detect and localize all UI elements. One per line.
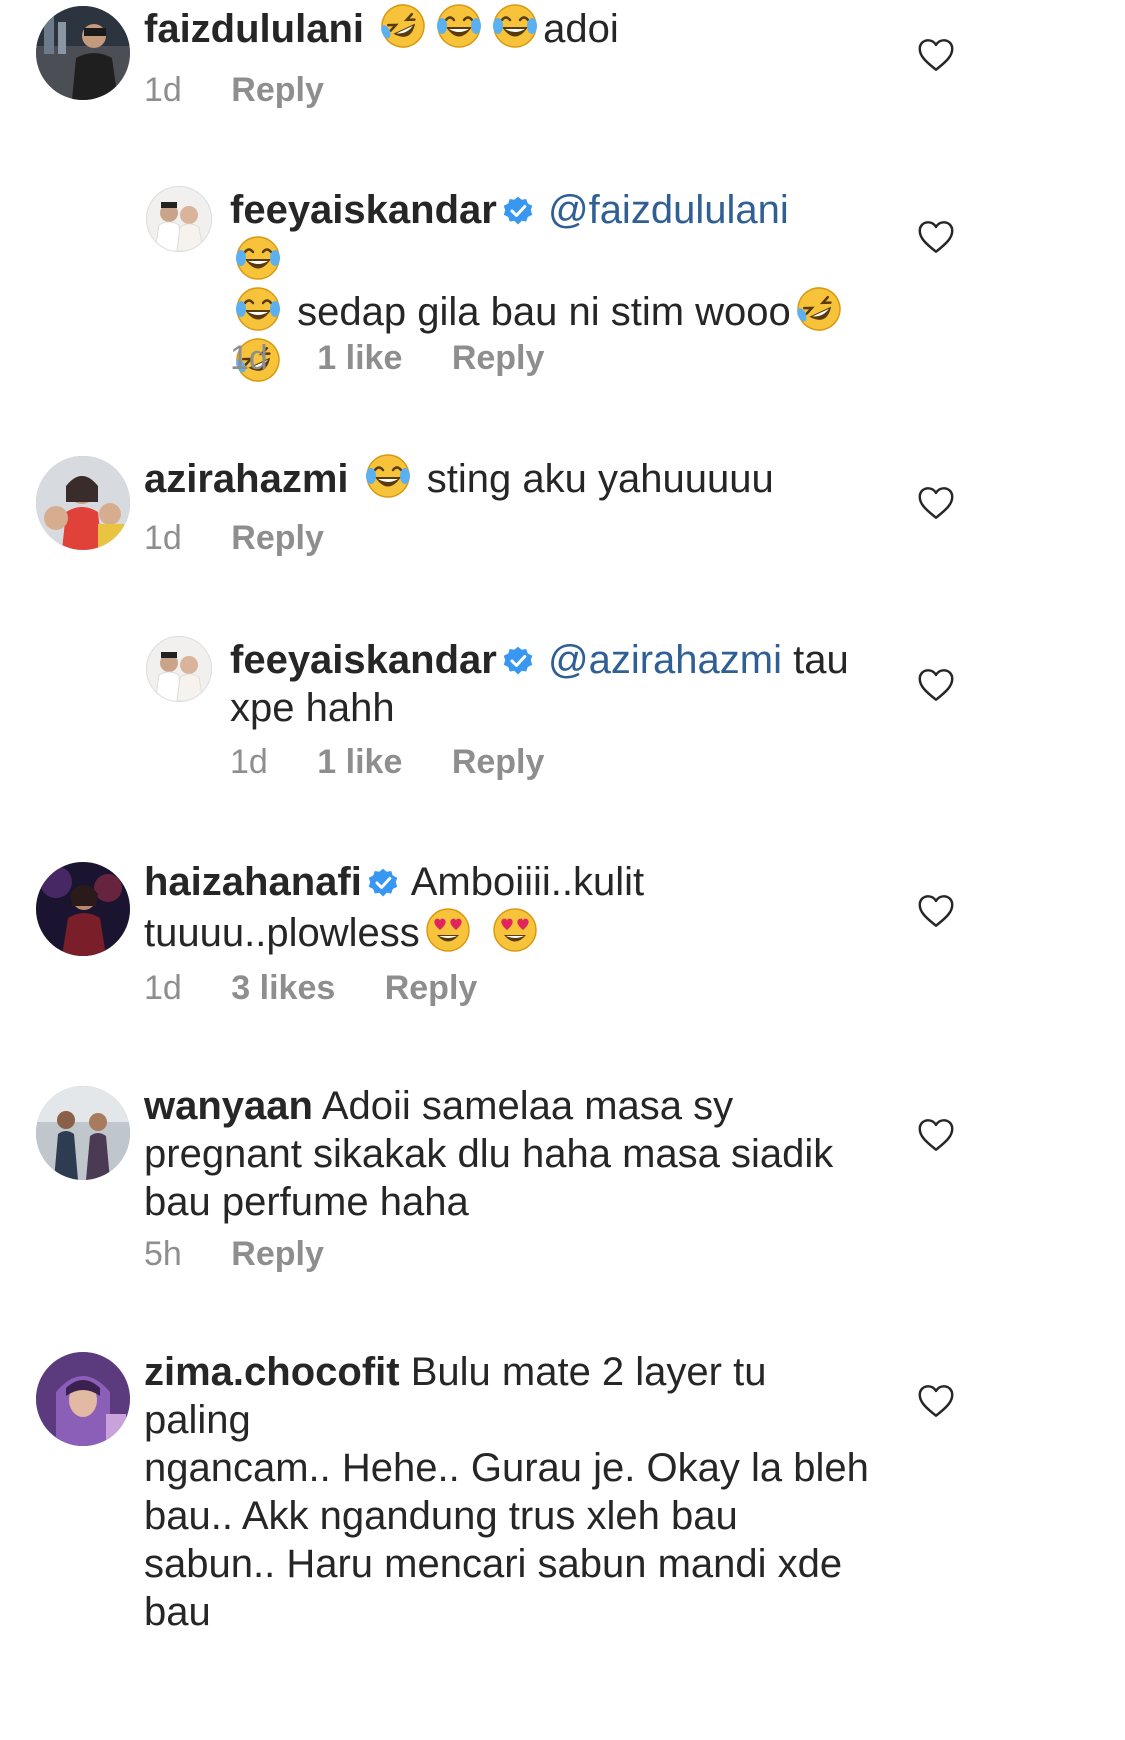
heart-eyes-emoji-icon: [424, 906, 472, 954]
mention-link[interactable]: @azirahazmi: [548, 638, 782, 682]
reply-button[interactable]: Reply: [452, 338, 545, 378]
likes-count[interactable]: 1 like: [317, 742, 402, 782]
username[interactable]: zima.chocofit: [144, 1350, 400, 1394]
reply-button[interactable]: Reply: [452, 742, 545, 782]
likes-count[interactable]: 3 likes: [231, 968, 335, 1008]
comment-body: tuuuu..plowless: [144, 911, 420, 955]
comment-text: faizdululani adoi: [144, 2, 619, 53]
comment-body: Amboiiii..kulit: [410, 860, 645, 904]
username[interactable]: wanyaan: [144, 1084, 313, 1128]
username[interactable]: feeyaiskandar: [230, 188, 497, 232]
timestamp: 1d: [230, 743, 268, 781]
comment-body: Adoii samelaa masa sy: [321, 1084, 734, 1128]
comment-text: haizahanafi Amboiiii..kulit tuuuu..plowl…: [144, 858, 844, 957]
timestamp: 5h: [144, 1235, 182, 1273]
heart-eyes-emoji-icon: [491, 906, 539, 954]
comment-body: xpe hahh: [230, 686, 395, 730]
avatar[interactable]: [36, 862, 130, 956]
comment-body: bau perfume haha: [144, 1180, 469, 1224]
avatar[interactable]: [146, 186, 212, 252]
reply-button[interactable]: Reply: [231, 1234, 324, 1274]
comment-text: zima.chocofit Bulu mate 2 layer tu palin…: [144, 1348, 884, 1636]
rofl-emoji-icon: [795, 285, 843, 333]
reply-button[interactable]: Reply: [385, 968, 478, 1008]
username[interactable]: haizahanafi: [144, 860, 362, 904]
like-heart-icon[interactable]: [917, 1384, 955, 1418]
timestamp: 1d: [144, 969, 182, 1007]
verified-badge-icon: [368, 868, 398, 898]
username[interactable]: feeyaiskandar: [230, 638, 497, 682]
comment-meta: 5h Reply: [144, 1234, 364, 1274]
like-heart-icon[interactable]: [917, 894, 955, 928]
comment-body: sedap gila bau ni stim wooo: [297, 290, 791, 334]
reply-button[interactable]: Reply: [231, 518, 324, 558]
comment-body: ngancam.. Hehe.. Gurau je. Okay la bleh: [144, 1446, 869, 1490]
comment-meta: 1d 1 like Reply: [230, 338, 584, 378]
avatar[interactable]: [36, 6, 130, 100]
comment-body: sabun.. Haru mencari sabun mandi xde: [144, 1542, 843, 1586]
like-heart-icon[interactable]: [917, 486, 955, 520]
rofl-emoji-icon: [379, 2, 427, 50]
comment-meta: 1d Reply: [144, 518, 364, 558]
comment-text: feeyaiskandar @azirahazmi tau xpe hahh: [230, 636, 850, 732]
avatar[interactable]: [146, 636, 212, 702]
verified-badge-icon: [503, 196, 533, 226]
username[interactable]: faizdululani: [144, 7, 364, 51]
comment-meta: 1d Reply: [144, 70, 364, 110]
joy-emoji-icon: [234, 234, 282, 282]
joy-emoji-icon: [435, 2, 483, 50]
comment-body: pregnant sikakak dlu haha masa siadik: [144, 1132, 834, 1176]
joy-emoji-icon: [234, 285, 282, 333]
comment-body: sting aku yahuuuuu: [426, 457, 774, 501]
avatar[interactable]: [36, 1086, 130, 1180]
timestamp: 1d: [144, 519, 182, 557]
comment-meta: 1d 1 like Reply: [230, 742, 584, 782]
timestamp: 1d: [230, 339, 268, 377]
reply-button[interactable]: Reply: [231, 70, 324, 110]
like-heart-icon[interactable]: [917, 668, 955, 702]
joy-emoji-icon: [491, 2, 539, 50]
comment-meta: 1d 3 likes Reply: [144, 968, 517, 1008]
avatar[interactable]: [36, 1352, 130, 1446]
likes-count[interactable]: 1 like: [317, 338, 402, 378]
like-heart-icon[interactable]: [917, 38, 955, 72]
comment-body: bau: [144, 1590, 211, 1634]
avatar[interactable]: [36, 456, 130, 550]
comment-text: wanyaan Adoii samelaa masa sy pregnant s…: [144, 1082, 864, 1226]
username[interactable]: azirahazmi: [144, 457, 349, 501]
verified-badge-icon: [503, 646, 533, 676]
timestamp: 1d: [144, 71, 182, 109]
comment-body: tau: [793, 638, 849, 682]
joy-emoji-icon: [364, 452, 412, 500]
like-heart-icon[interactable]: [917, 1118, 955, 1152]
mention-link[interactable]: @faizdululani: [548, 188, 789, 232]
comment-body: bau.. Akk ngandung trus xleh bau: [144, 1494, 738, 1538]
comment-body: adoi: [543, 7, 619, 51]
like-heart-icon[interactable]: [917, 220, 955, 254]
comment-text: azirahazmi sting aku yahuuuuu: [144, 452, 774, 503]
